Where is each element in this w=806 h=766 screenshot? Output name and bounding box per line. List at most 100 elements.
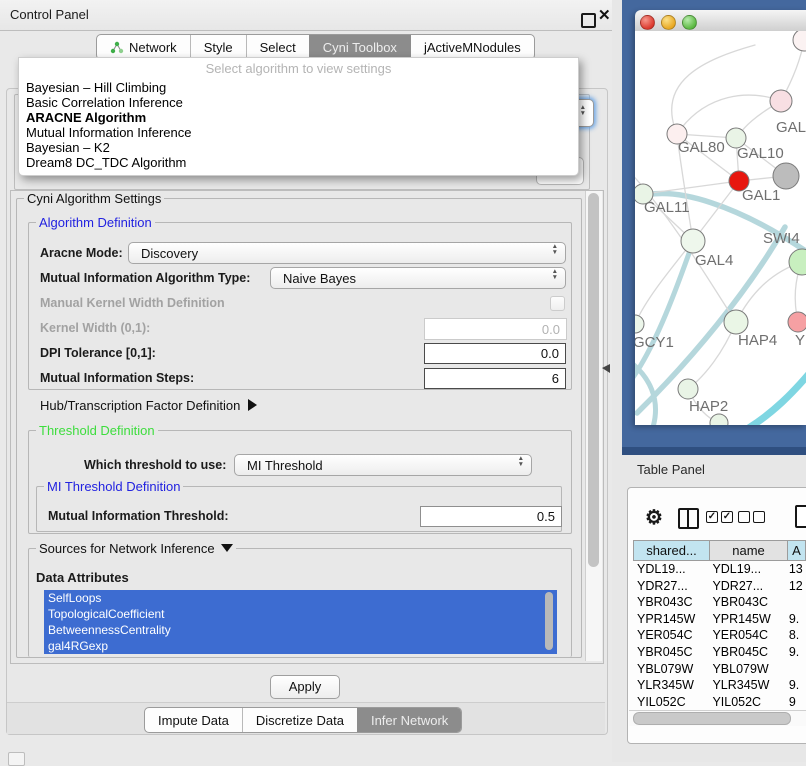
node-gal4[interactable] xyxy=(681,229,705,253)
gear-icon[interactable]: ⚙ xyxy=(645,505,663,530)
attribute-item[interactable]: TopologicalCoefficient xyxy=(44,606,557,622)
bottom-tab-infer-network[interactable]: Infer Network xyxy=(357,708,461,732)
which-threshold-combo[interactable]: MI Threshold ▲▼ xyxy=(234,454,532,476)
table-row[interactable]: YBL079WYBL079W xyxy=(633,662,806,679)
table-cell: YBR043C xyxy=(710,595,786,612)
combo-arrows-icon: ▲▼ xyxy=(552,244,558,255)
node-top[interactable] xyxy=(793,31,806,51)
unchecked-columns-icon[interactable] xyxy=(753,511,765,523)
mi-steps-input[interactable]: 6 xyxy=(424,368,566,389)
aracne-mode-label: Aracne Mode: xyxy=(40,246,123,260)
aracne-mode-combo[interactable]: Discovery ▲▼ xyxy=(128,242,566,264)
table-cell: YER054C xyxy=(633,628,710,645)
node-hap4-label: HAP4 xyxy=(738,332,777,349)
float-window-icon[interactable] xyxy=(581,13,596,28)
dropdown-item[interactable]: Bayesian – Hill Climbing xyxy=(26,80,166,95)
dropdown-item[interactable]: Mutual Information Inference xyxy=(26,125,191,140)
table-row[interactable]: YBR045CYBR045C9. xyxy=(633,645,806,662)
table-cell: 9 xyxy=(787,695,806,712)
node-gal-label: GAL xyxy=(776,119,806,136)
table-cell: YDR27... xyxy=(710,579,786,596)
node-hap4[interactable] xyxy=(724,310,748,334)
dropdown-placeholder: Select algorithm to view settings xyxy=(19,61,578,76)
attribute-item[interactable]: gal4RGexp xyxy=(44,638,557,654)
tab-select[interactable]: Select xyxy=(246,35,309,59)
attribute-item[interactable]: SelfLoops xyxy=(44,590,557,606)
control-panel-title: Control Panel xyxy=(10,0,89,30)
bottom-tab-impute-data[interactable]: Impute Data xyxy=(145,708,242,732)
column-header-name[interactable]: name xyxy=(710,540,788,561)
table-header: shared...nameA xyxy=(633,540,806,561)
tab-cyni-toolbox[interactable]: Cyni Toolbox xyxy=(309,35,410,59)
dropdown-item[interactable]: Bayesian – K2 xyxy=(26,140,110,155)
tab-style[interactable]: Style xyxy=(190,35,246,59)
node-gray[interactable] xyxy=(773,163,799,189)
table-cell: YBL079W xyxy=(710,662,786,679)
sources-title[interactable]: Sources for Network Inference xyxy=(36,541,236,556)
table-row[interactable]: YIL052CYIL052C9 xyxy=(633,695,806,712)
which-threshold-value: MI Threshold xyxy=(247,458,323,473)
minimized-panel-icon[interactable] xyxy=(8,752,25,766)
dpi-tolerance-input[interactable]: 0.0 xyxy=(424,343,566,364)
network-edge xyxy=(747,369,806,425)
attribute-item[interactable]: BetweennessCentrality xyxy=(44,622,557,638)
table-cell: YDR27... xyxy=(633,579,710,596)
document-icon[interactable] xyxy=(795,505,806,528)
manual-kernel-checkbox[interactable] xyxy=(550,296,565,311)
which-threshold-label: Which threshold to use: xyxy=(84,458,226,472)
expanded-arrow-icon xyxy=(221,544,233,552)
dropdown-item[interactable]: ARACNE Algorithm xyxy=(26,110,146,125)
table-cell: YBR045C xyxy=(633,645,710,662)
cyni-algorithm-settings-title: Cyni Algorithm Settings xyxy=(24,191,164,206)
checked-columns-icon[interactable]: ✓ xyxy=(721,511,733,523)
mi-threshold-input[interactable]: 0.5 xyxy=(420,506,562,527)
column-header-A[interactable]: A xyxy=(788,540,806,561)
columns-icon[interactable] xyxy=(678,508,699,529)
mi-type-value: Naive Bayes xyxy=(283,271,356,286)
node-hap2[interactable] xyxy=(678,379,698,399)
mi-type-combo[interactable]: Naive Bayes ▲▼ xyxy=(270,267,566,289)
unchecked-columns-icon[interactable] xyxy=(738,511,750,523)
node-swi4-label: SWI4 xyxy=(763,230,800,247)
table-row[interactable]: YPR145WYPR145W9. xyxy=(633,612,806,629)
hub-section-toggle[interactable]: Hub/Transcription Factor Definition xyxy=(40,398,257,413)
table-cell: YER054C xyxy=(710,628,786,645)
mac-close-button[interactable] xyxy=(640,15,655,30)
table-cell xyxy=(787,595,806,612)
network-canvas[interactable]: GALGAL80GAL10GAL1GAL11SWI4GAL4GCY1HAP4YH… xyxy=(635,31,806,425)
dropdown-item[interactable]: Basic Correlation Inference xyxy=(26,95,183,110)
table-row[interactable]: YDL19...YDL19...13 xyxy=(633,562,806,579)
table-row[interactable]: YDR27...YDR27...12 xyxy=(633,579,806,596)
node-gcy1[interactable] xyxy=(635,315,644,333)
tab-network[interactable]: Network xyxy=(97,35,190,59)
kernel-width-label: Kernel Width (0,1): xyxy=(40,321,150,335)
table-row[interactable]: YER054CYER054C8. xyxy=(633,628,806,645)
node-y[interactable] xyxy=(788,312,806,332)
node-bot[interactable] xyxy=(710,414,728,425)
checked-columns-icon[interactable]: ✓ xyxy=(706,511,718,523)
kernel-width-input[interactable]: 0.0 xyxy=(424,318,567,340)
node-gal[interactable] xyxy=(770,90,792,112)
vertical-scrollbar-thumb[interactable] xyxy=(588,193,599,567)
table-row[interactable]: YLR345WYLR345W9. xyxy=(633,678,806,695)
data-attributes-label: Data Attributes xyxy=(36,570,129,585)
tab-label: Cyni Toolbox xyxy=(323,40,397,55)
horizontal-scrollbar-thumb[interactable] xyxy=(633,712,791,725)
attributes-scrollbar-thumb[interactable] xyxy=(545,592,553,650)
table-row[interactable]: YBR043CYBR043C xyxy=(633,595,806,612)
mac-zoom-button[interactable] xyxy=(682,15,697,30)
mi-steps-label: Mutual Information Steps: xyxy=(40,371,194,385)
table-cell: 9. xyxy=(787,645,806,662)
column-header-shared...[interactable]: shared... xyxy=(633,540,710,561)
mac-minimize-button[interactable] xyxy=(661,15,676,30)
table-cell: YLR345W xyxy=(633,678,710,695)
close-icon[interactable]: ✕ xyxy=(598,6,611,24)
dropdown-item[interactable]: Dream8 DC_TDC Algorithm xyxy=(26,155,186,170)
tab-label: jActiveMNodules xyxy=(424,40,521,55)
manual-kernel-label: Manual Kernel Width Definition xyxy=(40,296,225,310)
apply-button[interactable]: Apply xyxy=(270,675,340,699)
node-gal11-label: GAL11 xyxy=(644,199,690,216)
tab-jactivemnodules[interactable]: jActiveMNodules xyxy=(410,35,534,59)
node-swi4[interactable] xyxy=(789,249,806,275)
bottom-tab-discretize-data[interactable]: Discretize Data xyxy=(242,708,357,732)
